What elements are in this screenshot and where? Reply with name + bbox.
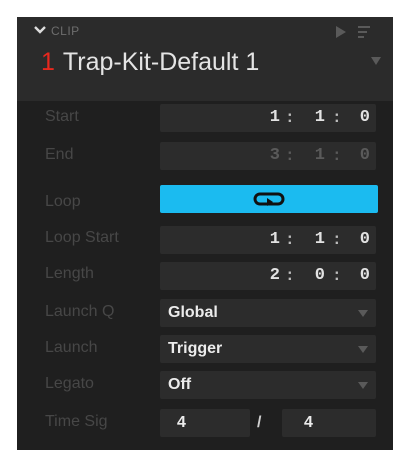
separator: :	[332, 147, 342, 165]
launch-q-value: Global	[168, 304, 218, 321]
length-beat: 0	[314, 266, 325, 285]
legato-value: Off	[168, 376, 192, 393]
separator: :	[285, 109, 295, 127]
launch-value: Trigger	[168, 340, 223, 357]
legato-label: Legato	[45, 375, 94, 392]
separator: :	[285, 231, 295, 249]
launch-q-select[interactable]: Global	[160, 299, 376, 327]
legato-select[interactable]: Off	[160, 371, 376, 399]
loop-start-bar: 1	[269, 230, 280, 249]
loop-toggle-button[interactable]	[160, 185, 378, 213]
time-sig-label: Time Sig	[45, 413, 108, 430]
triangle-down-icon	[358, 382, 368, 389]
start-field[interactable]: 1 : 1 : 0	[160, 104, 376, 132]
start-sixteenth: 0	[359, 108, 370, 127]
clip-number: 1	[41, 48, 55, 76]
launch-mode-select[interactable]: Trigger	[160, 335, 376, 363]
triangle-down-icon[interactable]	[371, 57, 381, 65]
loop-start-sixteenth: 0	[359, 230, 370, 249]
end-field[interactable]: 3 : 1 : 0	[160, 142, 376, 170]
loop-start-label: Loop Start	[45, 229, 119, 246]
launch-label: Launch	[45, 339, 98, 356]
start-bar: 1	[269, 108, 280, 127]
menu-icon[interactable]	[358, 26, 370, 38]
end-sixteenth: 0	[359, 146, 370, 165]
end-label: End	[45, 146, 74, 163]
section-label: CLIP	[51, 24, 80, 38]
end-beat: 1	[314, 146, 325, 165]
separator: :	[332, 267, 342, 285]
time-sig-numerator: 4	[177, 414, 186, 431]
end-bar: 3	[269, 146, 280, 165]
loop-start-field[interactable]: 1 : 1 : 0	[160, 226, 376, 254]
play-icon[interactable]	[335, 26, 347, 38]
clip-name: Trap-Kit-Default 1	[62, 48, 260, 76]
separator: :	[285, 147, 295, 165]
start-beat: 1	[314, 108, 325, 127]
clip-header: CLIP 1 Trap-Kit-Default 1	[17, 17, 393, 101]
loop-icon	[253, 192, 285, 206]
length-field[interactable]: 2 : 0 : 0	[160, 262, 376, 290]
chevron-down-icon[interactable]	[34, 25, 46, 35]
length-sixteenth: 0	[359, 266, 370, 285]
time-sig-separator: /	[257, 414, 262, 431]
time-sig-numerator-field[interactable]: 4	[160, 409, 250, 437]
separator: :	[285, 267, 295, 285]
length-bar: 2	[269, 266, 280, 285]
clip-title[interactable]: 1 Trap-Kit-Default 1	[41, 47, 259, 77]
triangle-down-icon	[358, 346, 368, 353]
time-sig-denominator: 4	[304, 414, 313, 431]
length-label: Length	[45, 265, 94, 282]
separator: :	[332, 231, 342, 249]
time-sig-denominator-field[interactable]: 4	[282, 409, 376, 437]
triangle-down-icon	[358, 310, 368, 317]
separator: :	[332, 109, 342, 127]
start-label: Start	[45, 108, 79, 125]
launch-q-label: Launch Q	[45, 303, 115, 320]
loop-start-beat: 1	[314, 230, 325, 249]
clip-panel: CLIP 1 Trap-Kit-Default 1 Start 1 : 1 : 0…	[17, 17, 393, 450]
loop-label: Loop	[45, 193, 81, 210]
